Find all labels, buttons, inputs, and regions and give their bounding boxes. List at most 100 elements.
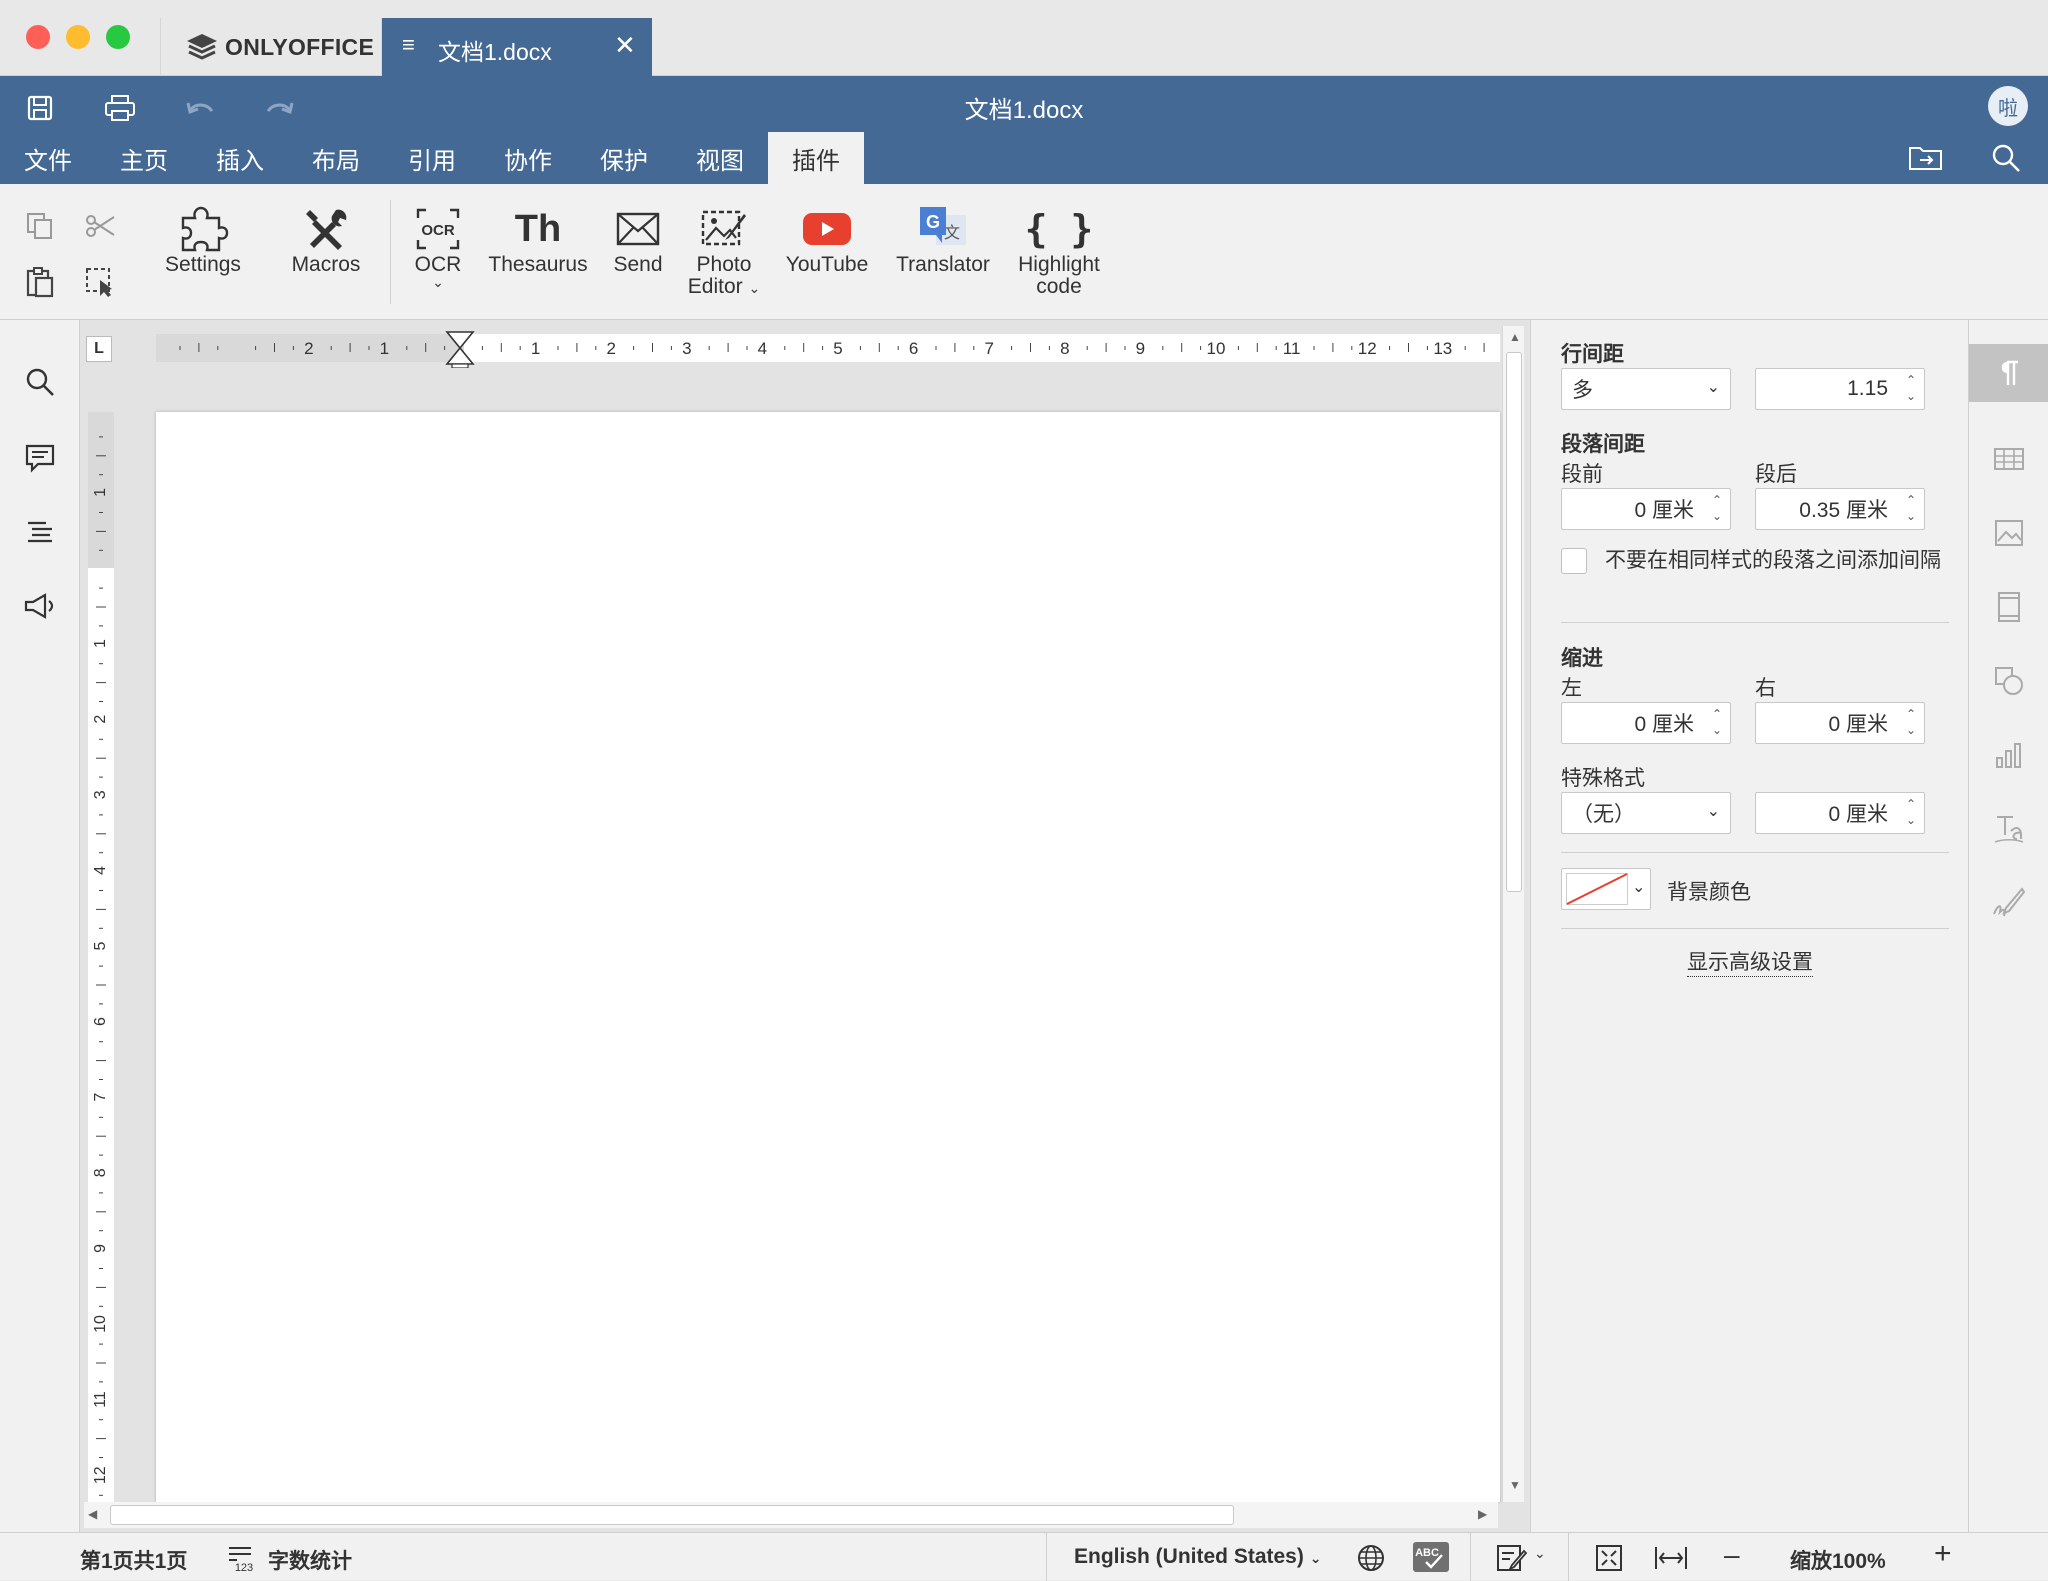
scroll-up-icon[interactable]: ▲ — [1509, 330, 1521, 344]
scroll-right-icon[interactable]: ▶ — [1478, 1507, 1487, 1521]
tab-file[interactable]: 文件 — [0, 132, 96, 184]
scroll-left-icon[interactable]: ◀ — [88, 1507, 97, 1521]
open-location-button[interactable] — [1908, 142, 1944, 177]
line-spacing-value-input[interactable]: 1.15 ⌃ ⌄ — [1755, 368, 1925, 410]
chevron-down-icon[interactable]: ⌄ — [1534, 1545, 1546, 1562]
spinner-arrows-icon[interactable]: ⌃ ⌄ — [1712, 706, 1722, 738]
highlight-code-button[interactable]: { } Highlight code — [1004, 204, 1114, 304]
minimize-window-button[interactable] — [66, 25, 90, 49]
line-spacing-mode-value: 多 — [1572, 379, 1593, 402]
search-button[interactable] — [1990, 142, 2022, 179]
ruler-label: 4 — [758, 339, 767, 358]
ocr-button[interactable]: OCR OCR ⌄ — [400, 204, 476, 304]
thesaurus-button[interactable]: Th Thesaurus — [480, 204, 596, 304]
scroll-down-icon[interactable]: ▼ — [1509, 1478, 1521, 1492]
onlyoffice-home-tab[interactable]: ONLYOFFICE — [160, 18, 382, 76]
horizontal-scrollbar[interactable]: ◀ ▶ — [84, 1502, 1498, 1528]
pilcrow-icon — [2001, 360, 2018, 385]
spacing-before-input[interactable]: 0 厘米 ⌃ ⌄ — [1561, 488, 1731, 530]
translator-label: Translator — [896, 253, 990, 276]
indent-left-input[interactable]: 0 厘米 ⌃ ⌄ — [1561, 702, 1731, 744]
line-spacing-mode-select[interactable]: 多 ⌄ — [1561, 368, 1731, 410]
text-art-settings-tab[interactable] — [1969, 800, 2048, 858]
navigation-button[interactable] — [20, 512, 60, 552]
vertical-scrollbar[interactable]: ▲ ▼ — [1502, 326, 1524, 1502]
zoom-window-button[interactable] — [106, 25, 130, 49]
paragraph-settings-tab[interactable] — [1969, 344, 2048, 402]
word-count-button[interactable]: 字数统计 — [268, 1545, 352, 1575]
cut-button[interactable] — [82, 208, 118, 244]
close-tab-icon[interactable]: ✕ — [614, 30, 636, 61]
spinner-arrows-icon[interactable]: ⌃ ⌄ — [1906, 492, 1916, 524]
macros-button[interactable]: Macros — [276, 204, 376, 304]
user-avatar[interactable]: 啦 — [1988, 86, 2028, 126]
close-window-button[interactable] — [26, 25, 50, 49]
ruler-label: 11 — [1283, 339, 1301, 358]
zoom-in-button[interactable]: + — [1934, 1537, 1952, 1571]
spellcheck-icon[interactable]: ABC — [1412, 1541, 1450, 1573]
tab-plugins[interactable]: 插件 — [768, 132, 864, 184]
copy-icon — [27, 213, 52, 239]
find-button[interactable] — [20, 362, 60, 402]
ruler-label: 8 — [1060, 339, 1069, 358]
horizontal-scroll-thumb[interactable] — [110, 1505, 1234, 1525]
document-tab[interactable]: ≡ 文档1.docx ✕ — [382, 18, 652, 76]
svg-text:123: 123 — [235, 1562, 253, 1573]
youtube-button[interactable]: YouTube — [776, 204, 878, 304]
horizontal-ruler[interactable]: 211234567891011121314 — [80, 326, 1500, 368]
spacing-after-value: 0.35 厘米 — [1799, 499, 1888, 522]
tab-protection[interactable]: 保护 — [576, 132, 672, 184]
tab-references[interactable]: 引用 — [384, 132, 480, 184]
paste-button[interactable] — [22, 264, 58, 300]
puzzle-icon — [181, 206, 229, 252]
feedback-button[interactable] — [20, 586, 60, 626]
line-spacing-value: 1.15 — [1847, 377, 1888, 400]
language-selector[interactable]: English (United States) ⌄ — [1074, 1545, 1321, 1569]
fit-width-icon[interactable] — [1654, 1545, 1688, 1571]
special-format-amount-input[interactable]: 0 厘米 ⌃ ⌄ — [1755, 792, 1925, 834]
show-advanced-settings-link[interactable]: 显示高级设置 — [1687, 951, 1813, 977]
chart-settings-tab[interactable] — [1969, 726, 2048, 784]
indent-right-input[interactable]: 0 厘米 ⌃ ⌄ — [1755, 702, 1925, 744]
translator-button[interactable]: 文 G Translator — [884, 204, 1002, 304]
no-color-swatch-icon — [1566, 873, 1628, 905]
copy-button[interactable] — [22, 208, 58, 244]
table-settings-tab[interactable] — [1969, 430, 2048, 488]
tab-view[interactable]: 视图 — [672, 132, 768, 184]
background-color-picker[interactable]: ⌄ — [1561, 868, 1651, 910]
signature-settings-tab[interactable] — [1969, 874, 2048, 932]
tab-home[interactable]: 主页 — [96, 132, 192, 184]
special-format-select[interactable]: （无） ⌄ — [1561, 792, 1731, 834]
globe-icon[interactable] — [1356, 1543, 1386, 1573]
plugin-settings-button[interactable]: Settings — [148, 204, 258, 304]
document-page[interactable] — [156, 412, 1500, 1502]
tab-layout[interactable]: 布局 — [288, 132, 384, 184]
track-changes-icon[interactable] — [1496, 1543, 1528, 1573]
fit-page-icon[interactable] — [1594, 1543, 1624, 1573]
braces-icon: { } — [1024, 207, 1094, 251]
spacing-after-input[interactable]: 0.35 厘米 ⌃ ⌄ — [1755, 488, 1925, 530]
ruler-label: 2 — [606, 339, 615, 358]
tab-insert[interactable]: 插入 — [192, 132, 288, 184]
chevron-down-icon: ⌄ — [748, 280, 761, 296]
youtube-icon — [803, 213, 851, 245]
spinner-arrows-icon[interactable]: ⌃ ⌄ — [1906, 796, 1916, 828]
spinner-arrows-icon[interactable]: ⌃ ⌄ — [1712, 492, 1722, 524]
send-button[interactable]: Send — [600, 204, 676, 304]
vertical-ruler[interactable]: 1123456789101112 — [86, 412, 116, 1502]
ruler-label: 13 — [1433, 339, 1452, 358]
no-space-same-style-checkbox[interactable] — [1561, 548, 1587, 574]
tab-collaboration[interactable]: 协作 — [480, 132, 576, 184]
zoom-out-button[interactable]: – — [1724, 1539, 1740, 1571]
spinner-arrows-icon[interactable]: ⌃ ⌄ — [1906, 706, 1916, 738]
page-count[interactable]: 第1页共1页 — [80, 1545, 187, 1575]
photo-editor-button[interactable]: Photo Editor ⌄ — [678, 204, 770, 304]
select-all-button[interactable] — [82, 264, 118, 300]
spinner-arrows-icon[interactable]: ⌃ ⌄ — [1906, 372, 1916, 404]
divider — [1561, 852, 1949, 853]
vertical-scroll-thumb[interactable] — [1506, 352, 1522, 892]
image-settings-tab[interactable] — [1969, 504, 2048, 562]
shape-settings-tab[interactable] — [1969, 652, 2048, 710]
header-footer-settings-tab[interactable] — [1969, 578, 2048, 636]
comments-button[interactable] — [20, 438, 60, 478]
